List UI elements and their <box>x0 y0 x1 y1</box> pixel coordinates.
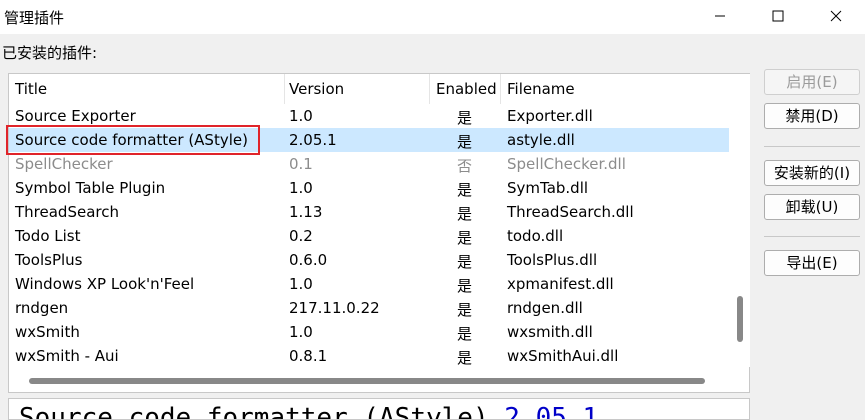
plugin-enabled: 是 <box>457 205 473 223</box>
minimize-button[interactable] <box>697 0 743 32</box>
plugin-version: 1.0 <box>289 275 313 293</box>
plugin-filename: rndgen.dll <box>507 299 583 317</box>
column-header-enabled[interactable]: Enabled <box>436 80 497 98</box>
disable-button[interactable]: 禁用(D) <box>764 103 860 129</box>
plugin-title: Symbol Table Plugin <box>15 179 166 197</box>
plugin-filename: wxSmithAui.dll <box>507 347 619 365</box>
column-header-filename[interactable]: Filename <box>507 80 575 98</box>
plugin-version: 1.0 <box>289 179 313 197</box>
plugin-version: 1.0 <box>289 107 313 125</box>
plugin-row[interactable]: ToolsPlus 0.6.0 是 ToolsPlus.dll <box>9 248 729 272</box>
close-button[interactable] <box>813 0 859 32</box>
install-new-button[interactable]: 安装新的(I) <box>764 160 860 186</box>
plugin-filename: todo.dll <box>507 227 564 245</box>
plugin-enabled: 是 <box>457 325 473 343</box>
plugin-filename: ToolsPlus.dll <box>507 251 598 269</box>
vertical-scroll-thumb[interactable] <box>737 296 743 342</box>
plugin-version: 1.13 <box>289 203 323 221</box>
plugin-version: 0.8.1 <box>289 347 328 365</box>
button-divider <box>764 146 860 147</box>
plugin-title: wxSmith <box>15 323 80 341</box>
column-divider[interactable] <box>429 74 430 104</box>
plugin-filename: xpmanifest.dll <box>507 275 614 293</box>
column-header-title[interactable]: Title <box>15 80 47 98</box>
export-button[interactable]: 导出(E) <box>764 250 860 276</box>
plugin-title: Source Exporter <box>15 107 136 125</box>
close-icon <box>830 10 842 22</box>
plugin-list[interactable]: Title Version Enabled Filename Source Ex… <box>6 73 750 393</box>
plugin-filename: SpellChecker.dll <box>507 155 626 173</box>
plugin-enabled: 是 <box>457 109 473 127</box>
plugin-enabled: 否 <box>457 157 473 175</box>
plugin-row[interactable]: wxSmith 1.0 是 wxsmith.dll <box>9 320 729 344</box>
uninstall-button[interactable]: 卸载(U) <box>764 194 860 220</box>
plugin-description-panel: Source code formatter (AStyle) 2.05.1 <box>8 398 750 420</box>
plugin-filename: wxsmith.dll <box>507 323 593 341</box>
plugin-row[interactable]: ThreadSearch 1.13 是 ThreadSearch.dll <box>9 200 729 224</box>
plugin-version: 2.05.1 <box>289 131 337 149</box>
plugin-row[interactable]: Symbol Table Plugin 1.0 是 SymTab.dll <box>9 176 729 200</box>
description-version: 2.05.1 <box>504 403 599 420</box>
plugin-filename: Exporter.dll <box>507 107 593 125</box>
plugin-enabled: 是 <box>457 133 473 151</box>
plugin-row[interactable]: wxSmith - Aui 0.8.1 是 wxSmithAui.dll <box>9 344 729 368</box>
button-divider <box>764 236 860 237</box>
plugin-row[interactable]: rndgen 217.11.0.22 是 rndgen.dll <box>9 296 729 320</box>
plugin-row-selected[interactable]: Source code formatter (AStyle) 2.05.1 是 … <box>6 125 729 155</box>
plugin-enabled: 是 <box>457 277 473 295</box>
column-divider[interactable] <box>284 74 285 104</box>
installed-plugins-label: 已安装的插件: <box>2 44 98 62</box>
plugin-version: 0.1 <box>289 155 313 173</box>
vertical-scrollbar[interactable] <box>732 74 750 367</box>
plugin-row-disabled[interactable]: SpellChecker 0.1 否 SpellChecker.dll <box>9 152 729 176</box>
column-header-version[interactable]: Version <box>289 80 344 98</box>
description-text: Source code formatter (AStyle) 2.05.1 <box>19 403 599 420</box>
maximize-icon <box>772 10 784 22</box>
plugin-row[interactable]: Windows XP Look'n'Feel 1.0 是 xpmanifest.… <box>9 272 729 296</box>
plugin-title: SpellChecker <box>15 155 113 173</box>
plugin-enabled: 是 <box>457 229 473 247</box>
plugin-version: 1.0 <box>289 323 313 341</box>
plugin-version: 0.6.0 <box>289 251 328 269</box>
plugin-version: 217.11.0.22 <box>289 299 380 317</box>
plugin-enabled: 是 <box>457 253 473 271</box>
plugin-filename: SymTab.dll <box>507 179 589 197</box>
plugin-enabled: 是 <box>457 301 473 319</box>
window-title: 管理插件 <box>4 9 65 27</box>
title-bar: 管理插件 <box>0 0 865 34</box>
plugin-enabled: 是 <box>457 181 473 199</box>
plugin-title: ToolsPlus <box>15 251 83 269</box>
plugin-title: Todo List <box>15 227 81 245</box>
list-header: Title Version Enabled Filename <box>9 74 729 104</box>
plugin-title: rndgen <box>15 299 69 317</box>
maximize-button[interactable] <box>755 0 801 32</box>
plugin-title: ThreadSearch <box>15 203 119 221</box>
minimize-icon <box>715 15 725 17</box>
plugin-title: Source code formatter (AStyle) <box>15 131 248 149</box>
description-title: Source code formatter (AStyle) <box>19 403 489 420</box>
plugin-enabled: 是 <box>457 349 473 367</box>
plugin-title: Windows XP Look'n'Feel <box>15 275 195 293</box>
enable-button[interactable]: 启用(E) <box>764 69 860 95</box>
plugin-version: 0.2 <box>289 227 313 245</box>
column-divider[interactable] <box>500 74 501 104</box>
plugin-filename: astyle.dll <box>507 131 575 149</box>
plugin-row[interactable]: Todo List 0.2 是 todo.dll <box>9 224 729 248</box>
plugin-filename: ThreadSearch.dll <box>507 203 634 221</box>
horizontal-scrollbar[interactable] <box>9 370 732 392</box>
horizontal-scroll-thumb[interactable] <box>29 378 705 384</box>
plugin-title: wxSmith - Aui <box>15 347 119 365</box>
